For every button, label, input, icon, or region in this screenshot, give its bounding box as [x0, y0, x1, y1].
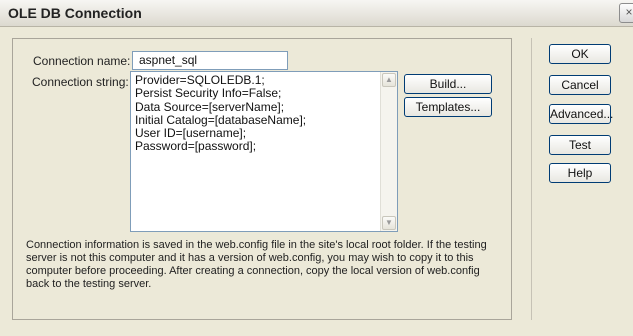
connection-info-text: Connection information is saved in the w… [26, 239, 487, 290]
advanced-button[interactable]: Advanced... [549, 104, 613, 124]
connection-string-textarea[interactable]: Provider=SQLOLEDB.1; Persist Security In… [130, 71, 398, 232]
connection-string-text: Provider=SQLOLEDB.1; Persist Security In… [135, 73, 307, 154]
connection-name-input[interactable]: aspnet_sql [132, 51, 288, 70]
scroll-down-icon[interactable]: ▼ [382, 216, 396, 230]
test-button[interactable]: Test [549, 135, 611, 155]
dialog-title: OLE DB Connection [8, 5, 142, 21]
connection-string-scrollbar[interactable]: ▲ ▼ [380, 72, 397, 231]
connection-string-label: Connection string: [32, 75, 129, 89]
title-bar: OLE DB Connection × [0, 0, 633, 27]
buttons-divider [531, 38, 532, 320]
cancel-button[interactable]: Cancel [549, 75, 611, 95]
connection-name-label: Connection name: [33, 54, 131, 68]
build-button[interactable]: Build... [404, 74, 492, 94]
close-icon[interactable]: × [619, 3, 633, 23]
templates-button[interactable]: Templates... [404, 97, 492, 117]
scroll-up-icon[interactable]: ▲ [382, 73, 396, 87]
help-button[interactable]: Help [549, 163, 611, 183]
ok-button[interactable]: OK [549, 44, 611, 64]
